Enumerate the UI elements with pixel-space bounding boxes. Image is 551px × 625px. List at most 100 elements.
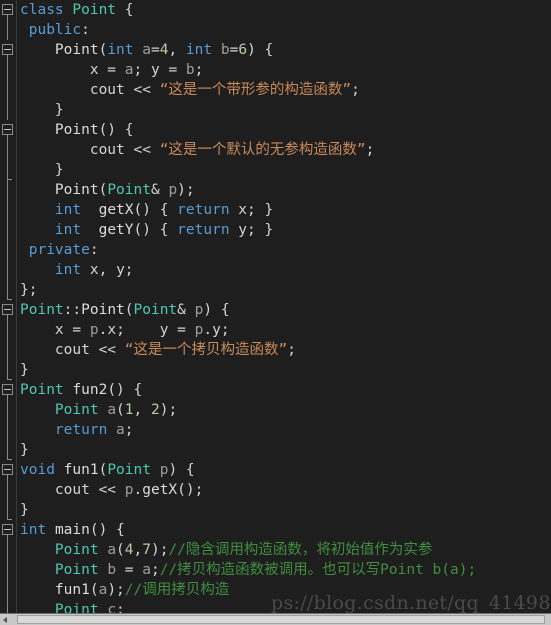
fold-guide-line [7,220,8,240]
code-token: , [168,42,186,58]
code-token: y [116,262,125,278]
code-line[interactable]: cout << “这是一个拷贝构造函数”; [17,340,551,360]
fold-guide-line [7,320,8,340]
code-content[interactable]: class Point { public: Point(int a=4, int… [17,0,551,625]
fold-collapse-icon[interactable] [2,464,13,475]
code-token: ); [107,582,125,598]
code-token: , [133,402,151,418]
fold-collapse-icon[interactable] [2,44,13,55]
code-line[interactable]: } [17,100,551,120]
fold-guide-line [7,500,8,520]
code-token: , [98,262,117,278]
code-token: () { [107,382,143,398]
code-token: int [54,202,82,218]
code-token: cout [89,142,125,158]
horizontal-scrollbar[interactable] [0,613,551,625]
code-line[interactable]: Point(Point& p); [17,180,551,200]
code-token: ; [124,422,134,438]
code-line[interactable]: void fun1(Point p) { [17,460,551,480]
code-line[interactable]: return a; [17,420,551,440]
code-line[interactable]: Point fun2() { [17,380,551,400]
code-token: cout [54,342,90,358]
code-line[interactable]: } [17,160,551,180]
fold-guide-line [7,200,8,220]
code-line[interactable]: } [17,440,551,460]
code-line[interactable]: Point(int a=4, int b=6) { [17,40,551,60]
code-line[interactable]: fun1(a);//调用拷贝构造 [17,580,551,600]
code-token: Point [20,302,64,318]
code-token: ; [194,62,204,78]
code-token: Point [72,2,117,18]
code-token: y [150,62,160,78]
code-token: << [89,482,125,498]
code-line[interactable]: Point a(4,7);//隐含调用构造函数，将初始值作为实参 [17,540,551,560]
code-token: ; [351,82,360,98]
fold-guide-line [7,580,8,600]
fold-gutter[interactable] [0,0,17,625]
code-token: ( [98,42,108,58]
code-token: ); [177,182,195,198]
code-line[interactable]: class Point { [17,0,551,20]
code-line[interactable]: }; [17,280,551,300]
code-line[interactable]: x = a; y = b; [17,60,551,80]
fold-end-marker [7,459,12,460]
fold-collapse-icon[interactable] [2,124,13,135]
code-token: ( [98,182,108,198]
code-editor[interactable]: class Point { public: Point(int a=4, int… [0,0,551,625]
code-line[interactable]: cout << “这是一个默认的无参构造函数”; [17,140,551,160]
fold-guide-line [7,80,8,100]
code-token: cout [89,82,125,98]
code-token: cout [54,482,90,498]
fold-guide-line [7,160,8,180]
code-token: 4 [124,542,134,558]
code-line[interactable]: int main() { [17,520,551,540]
fold-collapse-icon[interactable] [2,524,13,535]
code-line[interactable]: int getX() { return x; } [17,200,551,220]
code-token: fun1 [63,462,99,478]
code-line[interactable]: x = p.x; y = p.y; [17,320,551,340]
code-line[interactable]: cout << p.getX(); [17,480,551,500]
fold-collapse-icon[interactable] [2,4,13,15]
code-line[interactable]: int getY() { return y; } [17,220,551,240]
code-line[interactable]: private: [17,240,551,260]
code-token: Point [54,42,99,58]
code-token: y [212,322,221,338]
code-line[interactable]: Point b = a;//拷贝构造函数被调用。也可以写Point b(a); [17,560,551,580]
code-token: “这是一个默认的无参构造函数” [159,142,366,158]
code-line[interactable]: } [17,360,551,380]
scrollbar-thumb[interactable] [17,615,545,624]
code-token: b [107,562,117,578]
code-token: return [177,222,230,238]
code-line[interactable]: } [17,500,551,520]
code-line[interactable]: cout << “这是一个带形参的构造函数”; [17,80,551,100]
code-token: x [107,322,117,338]
code-token: a [116,422,125,438]
code-line[interactable]: int x, y; [17,260,551,280]
code-line[interactable]: Point::Point(Point& p) { [17,300,551,320]
code-token: Point [54,182,99,198]
code-token: ) { [247,42,274,58]
code-token: public [28,22,82,38]
code-token: Point [54,542,99,558]
code-line[interactable]: Point a(1, 2); [17,400,551,420]
code-line[interactable]: public: [17,20,551,40]
code-token: :: [63,302,82,318]
fold-collapse-icon[interactable] [2,304,13,315]
code-token: & [150,182,169,198]
code-token: << [124,142,160,158]
code-token: : [81,22,90,38]
code-line[interactable]: Point() { [17,120,551,140]
left-arrow-icon[interactable] [3,617,7,623]
code-token: int [107,42,134,58]
fold-collapse-icon[interactable] [2,384,13,395]
fold-guide-line [7,420,8,440]
